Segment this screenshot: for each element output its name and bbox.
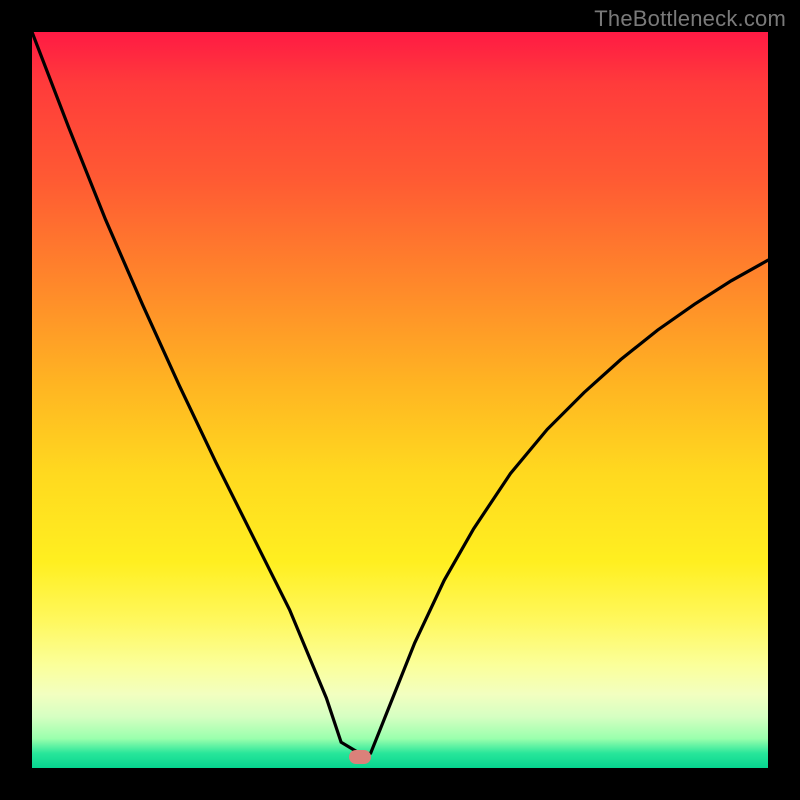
left-curve-path bbox=[32, 32, 360, 753]
chart-frame: TheBottleneck.com bbox=[0, 0, 800, 800]
watermark-text: TheBottleneck.com bbox=[594, 6, 786, 32]
plot-area bbox=[32, 32, 768, 768]
right-curve-path bbox=[371, 260, 768, 753]
curve-svg bbox=[32, 32, 768, 768]
bottleneck-marker bbox=[349, 750, 371, 764]
